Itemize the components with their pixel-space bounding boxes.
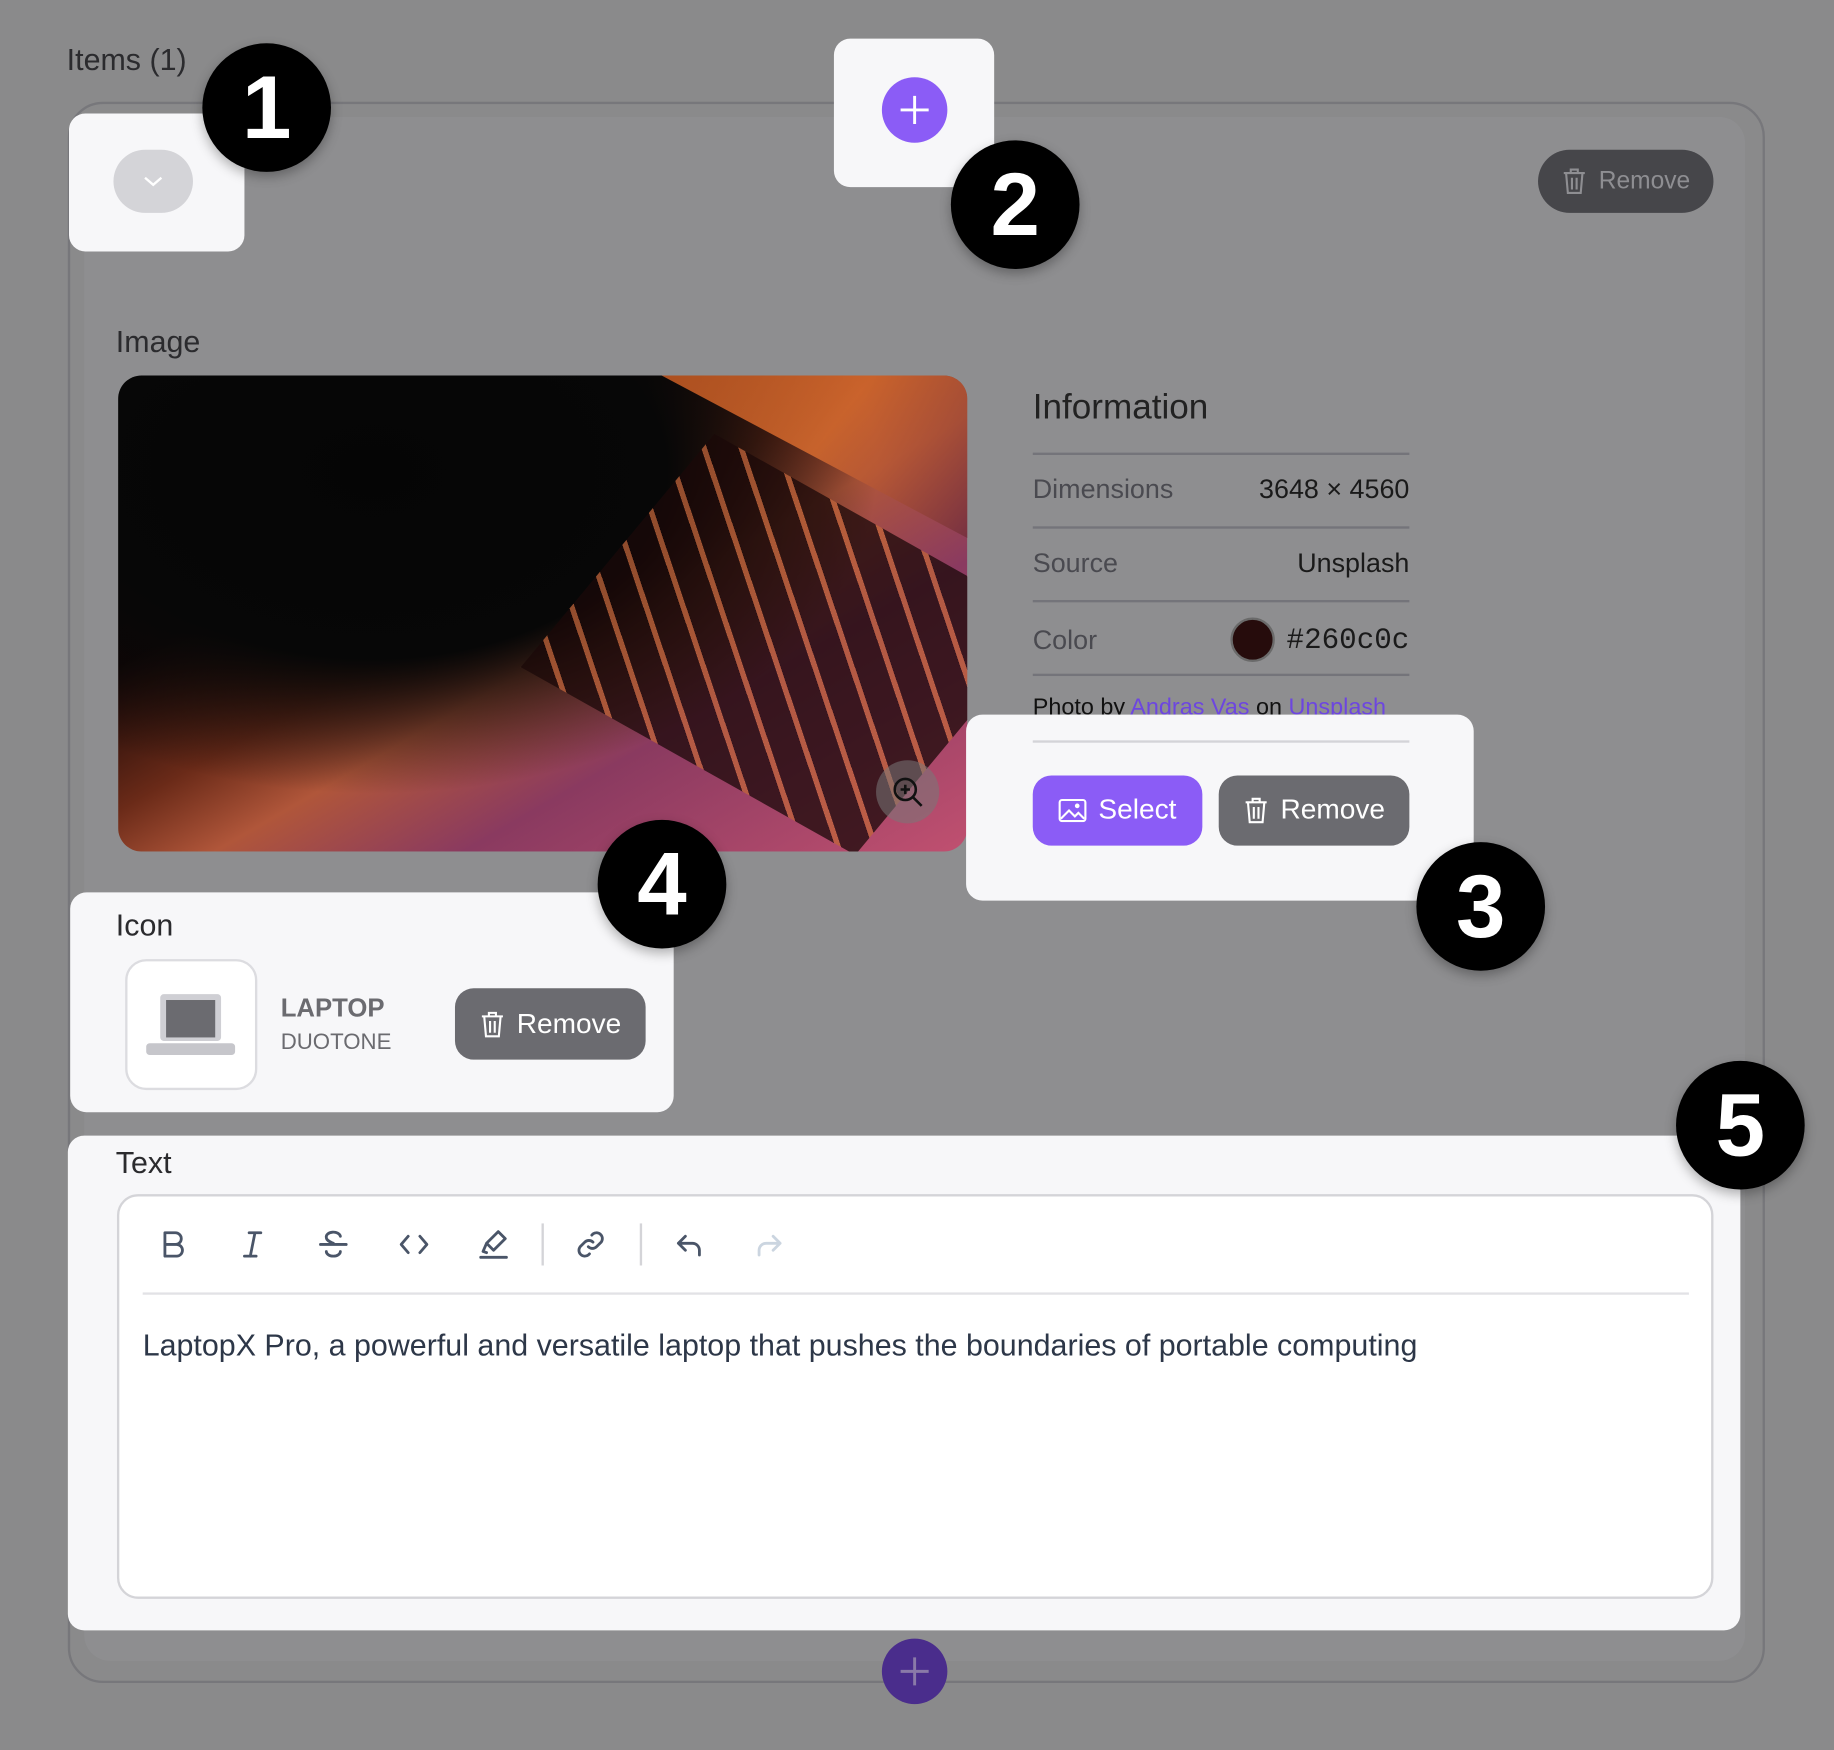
highlight-icon [479, 1230, 508, 1259]
link-icon [577, 1231, 604, 1258]
collapse-button[interactable] [113, 149, 193, 213]
plus-icon [900, 1657, 929, 1686]
icon-section-highlight: Icon LAPTOP DUOTONE Remove [70, 892, 674, 1113]
code-button[interactable] [393, 1223, 435, 1265]
divider [1032, 526, 1410, 529]
select-label: Select [1098, 794, 1177, 826]
remove-icon-label: Remove [516, 1007, 622, 1040]
color-swatch [1230, 617, 1275, 662]
icon-label: Icon [115, 907, 174, 943]
remove-image-button[interactable]: Remove [1218, 775, 1410, 846]
text-label: Text [115, 1145, 172, 1181]
info-value: 3648 × 4560 [1259, 473, 1410, 505]
toolbar-separator [639, 1223, 643, 1266]
info-key: Dimensions [1032, 473, 1174, 505]
select-image-button[interactable]: Select [1032, 775, 1203, 846]
code-icon [399, 1234, 429, 1255]
stage: Items (1) Remove Image Information Dimen… [0, 0, 1834, 1750]
bold-button[interactable] [152, 1223, 194, 1265]
step-badge-3: 3 [1416, 842, 1546, 971]
icon-style: DUOTONE [280, 1030, 392, 1055]
items-label: Items (1) [66, 42, 187, 78]
info-row-dimensions: Dimensions 3648 × 4560 [1033, 474, 1410, 506]
text-section-highlight: Text LaptopX Pro, a powerful and versati… [67, 1135, 1741, 1631]
step-badge-1: 1 [202, 43, 331, 172]
add-item-below-button[interactable] [881, 1638, 948, 1705]
remove-item-button[interactable]: Remove [1538, 149, 1714, 213]
toolbar-divider [142, 1292, 1689, 1295]
info-key: Color [1032, 623, 1098, 655]
plus-icon [900, 95, 929, 124]
divider [1032, 600, 1410, 603]
redo-icon [757, 1234, 782, 1257]
step-badge-2: 2 [950, 140, 1080, 270]
remove-icon-button[interactable]: Remove [454, 988, 646, 1060]
rich-text-editor: LaptopX Pro, a powerful and versatile la… [116, 1194, 1714, 1599]
undo-icon [676, 1234, 701, 1257]
divider [1032, 452, 1410, 455]
undo-button[interactable] [669, 1223, 711, 1265]
remove-image-label: Remove [1280, 794, 1386, 826]
icon-name: LAPTOP [280, 992, 385, 1023]
info-row-source: Source Unsplash [1033, 547, 1410, 579]
link-button[interactable] [570, 1223, 612, 1265]
zoom-in-icon [893, 777, 923, 807]
image-label: Image [115, 323, 201, 360]
editor-content[interactable]: LaptopX Pro, a powerful and versatile la… [143, 1327, 1418, 1363]
info-value: #260c0c [1286, 622, 1410, 657]
divider [1032, 673, 1410, 677]
step-badge-5: 5 [1676, 1060, 1805, 1190]
bold-icon [163, 1231, 184, 1258]
image-icon [1058, 798, 1087, 823]
zoom-image-button[interactable] [876, 760, 940, 824]
trash-icon [1563, 168, 1585, 195]
add-item-above-button[interactable] [881, 77, 948, 143]
trash-icon [1245, 797, 1267, 824]
step-badge-4: 4 [597, 819, 727, 949]
strikethrough-button[interactable] [312, 1223, 354, 1265]
chevron-down-icon [144, 176, 163, 187]
italic-icon [243, 1231, 263, 1258]
information-title: Information [1032, 388, 1209, 427]
trash-icon [481, 1011, 503, 1037]
icon-preview[interactable] [125, 959, 258, 1091]
info-row-color: Color #260c0c [1032, 617, 1410, 662]
divider [1032, 740, 1410, 743]
image-actions-highlight: Select Remove [966, 714, 1474, 901]
info-value: Unsplash [1297, 547, 1410, 578]
toolbar-separator [541, 1223, 544, 1266]
highlight-button[interactable] [473, 1223, 515, 1265]
strikethrough-icon [319, 1230, 348, 1258]
remove-item-label: Remove [1598, 167, 1691, 195]
italic-button[interactable] [232, 1223, 274, 1265]
info-key: Source [1032, 547, 1118, 578]
redo-button[interactable] [747, 1223, 789, 1265]
laptop-icon [146, 994, 236, 1055]
image-preview[interactable] [118, 375, 968, 852]
